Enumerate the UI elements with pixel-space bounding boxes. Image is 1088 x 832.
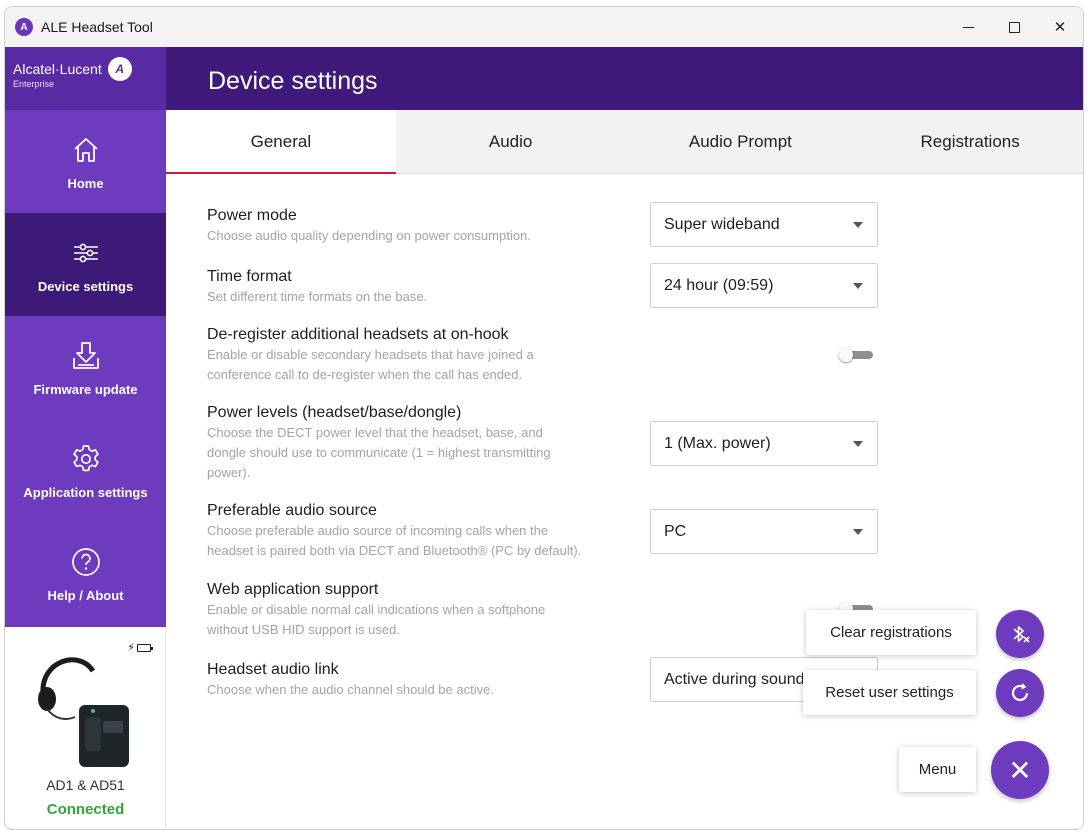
select-value: 1 (Max. power): [664, 434, 771, 452]
setting-description-line: power).: [207, 465, 251, 480]
select-value: 24 hour (09:59): [664, 276, 774, 294]
brand-sub: Enterprise: [13, 79, 55, 89]
window-title: ALE Headset Tool: [41, 19, 153, 35]
page-title: Device settings: [166, 47, 1083, 110]
bluetooth-clear-icon: [1013, 626, 1030, 643]
select-value: PC: [664, 522, 687, 540]
settings-panel: Power mode Choose audio quality dependin…: [166, 174, 1083, 829]
battery-cell: [137, 643, 153, 652]
help-icon: [71, 544, 101, 580]
device-status: Connected: [46, 801, 125, 818]
download-icon: [70, 338, 102, 374]
minimize-button[interactable]: [945, 7, 991, 47]
tab-registrations[interactable]: Registrations: [855, 110, 1083, 173]
chevron-down-icon: [853, 441, 863, 447]
power-mode-select[interactable]: Super wideband: [650, 202, 878, 247]
setting-title: Power levels (headset/base/dongle): [207, 404, 462, 421]
gear-icon: [70, 441, 102, 477]
deregister-headsets-toggle[interactable]: [839, 348, 875, 362]
minimize-icon: [962, 26, 974, 28]
sidebar-item-help-about[interactable]: Help / About: [5, 522, 166, 625]
home-icon: [71, 132, 101, 168]
maximize-icon: [1008, 21, 1020, 33]
chevron-down-icon: [853, 222, 863, 228]
chevron-down-icon: [853, 529, 863, 535]
clear-registrations-label[interactable]: Clear registrations: [806, 610, 976, 655]
tab-general[interactable]: General: [166, 110, 396, 174]
clear-registrations-button[interactable]: [996, 610, 1044, 658]
preferable-audio-source-select[interactable]: PC: [650, 509, 878, 554]
sidebar-item-label: Application settings: [23, 485, 148, 500]
sidebar-item-label: Firmware update: [33, 382, 138, 397]
sidebar-item-device-settings[interactable]: Device settings: [5, 213, 166, 316]
tab-audio[interactable]: Audio: [396, 110, 626, 173]
sidebar: Alcatel·Lucent A Enterprise Home Device …: [5, 47, 166, 829]
device-card: ⚡ AD1 & AD51 Connected: [5, 627, 166, 829]
brand: Alcatel·Lucent A Enterprise: [5, 47, 166, 110]
device-name: AD1 & AD51: [46, 777, 125, 793]
setting-description-line: conference call to de-register when the …: [207, 367, 523, 382]
menu-label[interactable]: Menu: [899, 747, 976, 792]
brand-logo-icon: A: [107, 57, 132, 81]
sidebar-item-label: Help / About: [47, 588, 124, 603]
maximize-button[interactable]: [991, 7, 1037, 47]
sidebar-item-label: Device settings: [37, 279, 134, 294]
chevron-down-icon: [853, 283, 863, 289]
tab-audio-prompt[interactable]: Audio Prompt: [626, 110, 856, 173]
close-button[interactable]: ✕: [1037, 7, 1083, 47]
reset-user-settings-label[interactable]: Reset user settings: [803, 670, 976, 715]
time-format-select[interactable]: 24 hour (09:59): [650, 263, 878, 308]
window-controls: ✕: [945, 7, 1083, 47]
setting-web-application-support: Web application support Enable or disabl…: [207, 580, 907, 640]
headset-image: [38, 657, 129, 767]
app-window: A ALE Headset Tool ✕ Alcatel·Lucent A En…: [4, 6, 1084, 830]
setting-title: De-register additional headsets at on-ho…: [207, 326, 509, 343]
close-icon: ✕: [1053, 19, 1067, 36]
close-icon: ✕: [1008, 754, 1032, 786]
ale-app-icon: A: [15, 18, 33, 36]
sidebar-item-home[interactable]: Home: [5, 110, 166, 213]
sliders-icon: [71, 235, 101, 271]
menu-button[interactable]: ✕: [991, 741, 1049, 799]
tab-bar: General Audio Audio Prompt Registrations: [166, 110, 1083, 174]
power-levels-select[interactable]: 1 (Max. power): [650, 421, 878, 466]
setting-description-line: Enable or disable secondary headsets tha…: [207, 347, 534, 362]
refresh-icon: [1011, 683, 1029, 702]
sidebar-item-label: Home: [67, 176, 104, 191]
reset-user-settings-button[interactable]: [996, 669, 1044, 717]
setting-title: Web application support: [207, 581, 379, 598]
sidebar-item-application-settings[interactable]: Application settings: [5, 419, 166, 522]
sidebar-item-firmware-update[interactable]: Firmware update: [5, 316, 166, 419]
setting-description-line: Enable or disable normal call indication…: [207, 602, 546, 617]
select-value: Active during sound: [664, 670, 805, 688]
title-bar: A ALE Headset Tool ✕: [5, 7, 1083, 47]
brand-name: Alcatel·Lucent: [13, 61, 102, 77]
setting-description-line: without USB HID support is used.: [207, 622, 400, 637]
select-value: Super wideband: [664, 215, 780, 233]
setting-deregister-headsets: De-register additional headsets at on-ho…: [207, 325, 907, 385]
